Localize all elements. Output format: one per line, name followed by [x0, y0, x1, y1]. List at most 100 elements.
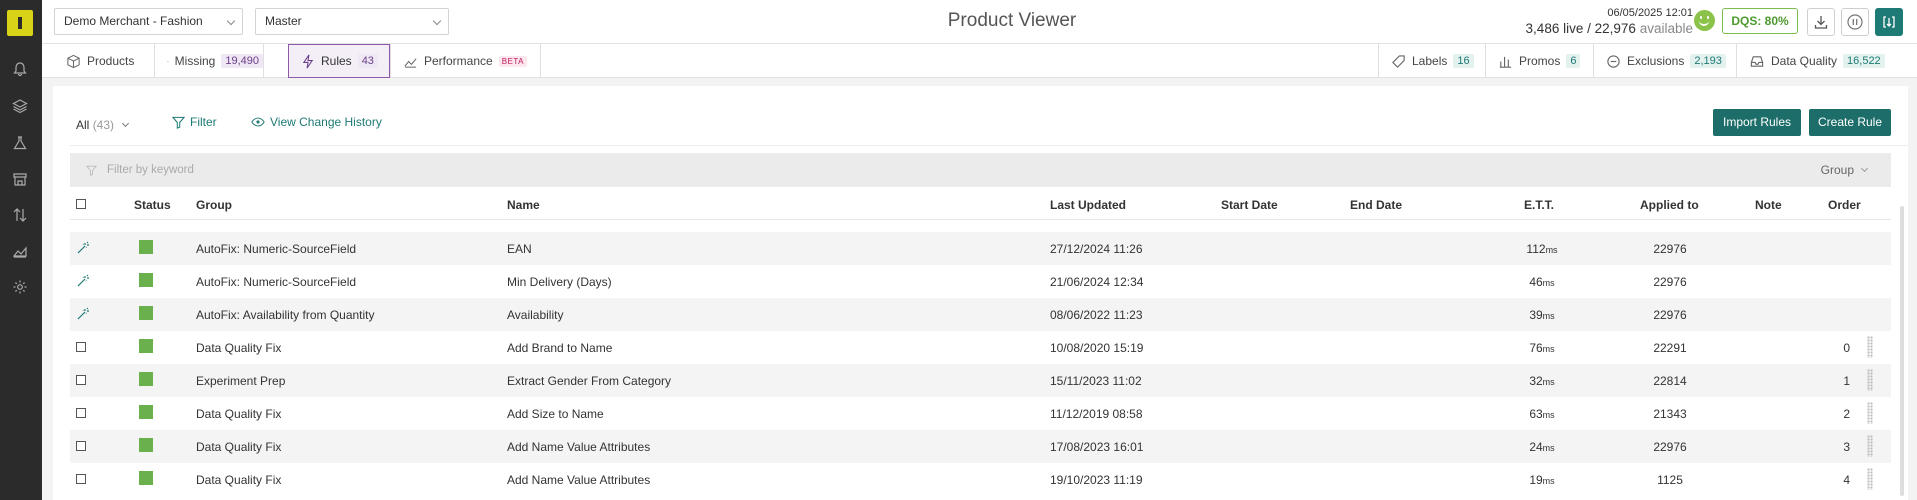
col-order[interactable]: Order	[1828, 198, 1861, 212]
col-applied-to[interactable]: Applied to	[1640, 198, 1699, 212]
row-name[interactable]: EAN	[507, 242, 532, 256]
keyword-filter-input[interactable]: Filter by keyword	[107, 164, 194, 176]
table-row[interactable]: AutoFix: Numeric-SourceField EAN 27/12/202…	[70, 232, 1891, 265]
available-label: available	[1639, 21, 1693, 36]
table-row[interactable]: Data Quality Fix Add Size to Name 11/12/20…	[70, 397, 1891, 430]
drag-handle-icon[interactable]	[1867, 402, 1873, 424]
download-button[interactable]	[1807, 8, 1835, 36]
sort-arrows-icon[interactable]	[9, 204, 31, 226]
smiley-icon	[1694, 10, 1715, 31]
status-indicator[interactable]	[139, 438, 153, 452]
drag-handle-icon[interactable]	[1867, 468, 1873, 490]
keyword-filter-bar: Filter by keyword Group	[70, 153, 1891, 187]
ett-value: 32	[1529, 374, 1543, 388]
vertical-scrollbar[interactable]	[1900, 206, 1904, 496]
table-row[interactable]: AutoFix: Availability from Quantity Avail…	[70, 298, 1891, 331]
col-ett[interactable]: E.T.T.	[1524, 198, 1554, 212]
tab-promos[interactable]: Promos 6	[1486, 44, 1594, 78]
status-indicator[interactable]	[139, 471, 153, 485]
pause-button[interactable]	[1841, 8, 1869, 36]
col-group[interactable]: Group	[196, 198, 232, 212]
create-rule-button[interactable]: Create Rule	[1809, 109, 1891, 136]
row-name[interactable]: Min Delivery (Days)	[507, 275, 612, 289]
inbox-icon	[1750, 55, 1764, 67]
drag-handle-icon[interactable]	[1867, 435, 1873, 457]
status-indicator[interactable]	[139, 339, 153, 353]
ett-value: 63	[1529, 407, 1543, 421]
row-ett: 112ms	[1522, 242, 1562, 256]
tab-data-quality-label: Data Quality	[1771, 54, 1838, 68]
rules-panel: All (43) Filter View Change History Impo…	[53, 86, 1908, 500]
view-change-history-link[interactable]: View Change History	[251, 115, 382, 129]
row-checkbox[interactable]	[76, 408, 86, 418]
import-rules-button[interactable]: Import Rules	[1713, 109, 1801, 136]
ett-unit: ms	[1542, 377, 1555, 387]
status-indicator[interactable]	[139, 372, 153, 386]
row-last-updated: 15/11/2023 11:02	[1050, 374, 1142, 388]
divider	[70, 145, 1908, 146]
settings-gear-icon[interactable]	[9, 276, 31, 298]
tab-products[interactable]: Products	[54, 44, 155, 78]
table-row[interactable]: Data Quality Fix Add Name Value Attribute…	[70, 463, 1891, 496]
catalog-select[interactable]: Master	[255, 8, 449, 35]
row-name[interactable]: Add Name Value Attributes	[507, 473, 650, 487]
area-chart-icon[interactable]	[9, 240, 31, 262]
all-rules-dropdown[interactable]: All (43)	[76, 118, 130, 132]
tab-labels[interactable]: Labels 16	[1378, 44, 1486, 78]
magic-wand-icon	[77, 274, 89, 287]
table-row[interactable]: Experiment Prep Extract Gender From Categ…	[70, 364, 1891, 397]
sync-button[interactable]	[1875, 8, 1903, 36]
col-status[interactable]: Status	[134, 198, 171, 212]
merchant-select[interactable]: Demo Merchant - Fashion	[54, 8, 243, 35]
row-name[interactable]: Add Brand to Name	[507, 341, 612, 355]
table-row[interactable]: Data Quality Fix Add Brand to Name 10/08/2…	[70, 331, 1891, 364]
filter-icon	[86, 165, 97, 176]
live-count: 3,486	[1525, 21, 1560, 36]
status-indicator[interactable]	[139, 273, 153, 287]
drag-handle-icon[interactable]	[1867, 336, 1873, 358]
row-checkbox[interactable]	[76, 375, 86, 385]
tab-exclusions-label: Exclusions	[1627, 54, 1685, 68]
row-name[interactable]: Availability	[507, 308, 563, 322]
row-applied-to: 22814	[1653, 374, 1687, 388]
flask-icon[interactable]	[9, 132, 31, 154]
layers-icon[interactable]	[9, 95, 31, 117]
drag-handle-icon[interactable]	[1867, 369, 1873, 391]
group-by-label: Group	[1820, 163, 1854, 177]
tab-labels-label: Labels	[1412, 54, 1448, 68]
current-datetime: 06/05/2025 12:01	[1607, 7, 1693, 19]
row-name[interactable]: Add Name Value Attributes	[507, 440, 650, 454]
row-name[interactable]: Add Size to Name	[507, 407, 604, 421]
table-row[interactable]: AutoFix: Numeric-SourceField Min Delivery…	[70, 265, 1891, 298]
status-indicator[interactable]	[139, 306, 153, 320]
table-row[interactable]: Data Quality Fix Add Name Value Attribute…	[70, 430, 1891, 463]
filter-button[interactable]: Filter	[172, 115, 217, 129]
col-note[interactable]: Note	[1755, 198, 1782, 212]
tab-data-quality[interactable]: Data Quality 16,522	[1737, 44, 1907, 78]
col-start-date[interactable]: Start Date	[1221, 198, 1278, 212]
row-checkbox[interactable]	[76, 441, 86, 451]
select-all-checkbox[interactable]	[76, 199, 86, 209]
store-icon[interactable]	[9, 168, 31, 190]
tab-missing[interactable]: Missing 19,490	[155, 44, 264, 78]
ett-unit: ms	[1542, 311, 1555, 321]
row-name[interactable]: Extract Gender From Category	[507, 374, 671, 388]
group-by-dropdown[interactable]: Group	[1820, 163, 1869, 177]
row-checkbox[interactable]	[76, 342, 86, 352]
exclusions-count-badge: 2,193	[1690, 54, 1726, 68]
ett-unit: ms	[1545, 245, 1558, 255]
dqs-badge[interactable]: DQS: 80%	[1722, 8, 1798, 34]
row-checkbox[interactable]	[76, 474, 86, 484]
ett-value: 112	[1526, 242, 1546, 256]
live-label: live /	[1563, 21, 1591, 36]
status-indicator[interactable]	[139, 240, 153, 254]
col-name[interactable]: Name	[507, 198, 540, 212]
status-indicator[interactable]	[139, 405, 153, 419]
app-logo[interactable]	[7, 10, 33, 36]
bell-icon[interactable]	[9, 58, 31, 80]
tab-exclusions[interactable]: Exclusions 2,193	[1594, 44, 1737, 78]
col-last-updated[interactable]: Last Updated	[1050, 198, 1126, 212]
tab-rules[interactable]: Rules 43	[288, 44, 390, 78]
col-end-date[interactable]: End Date	[1350, 198, 1402, 212]
tab-performance[interactable]: Performance BETA	[390, 44, 541, 78]
